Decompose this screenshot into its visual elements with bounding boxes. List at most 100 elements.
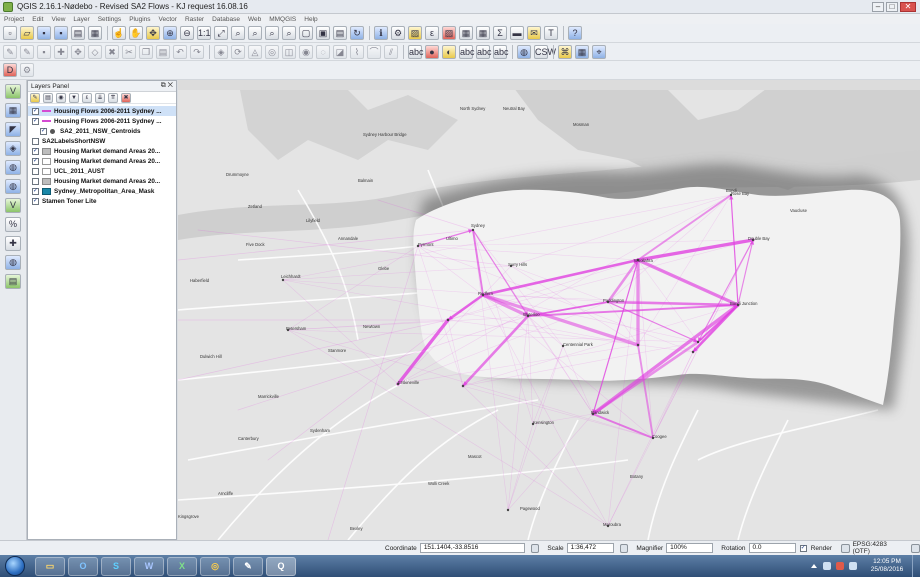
attribute-table-icon[interactable]: ▦: [459, 26, 473, 40]
menu-raster[interactable]: Raster: [185, 16, 204, 23]
excel-icon[interactable]: X: [167, 556, 197, 576]
menu-web[interactable]: Web: [248, 16, 261, 23]
layer-row[interactable]: ✓ Housing Market demand Areas 20...: [28, 156, 176, 166]
node-tool-icon[interactable]: ◇: [88, 44, 102, 59]
layer-visibility-checkbox[interactable]: ✓: [32, 107, 39, 115]
layer-row[interactable]: ✓ SA2_2011_NSW_Centroids: [28, 126, 176, 136]
word-icon[interactable]: W: [134, 556, 164, 576]
menu-vector[interactable]: Vector: [159, 16, 177, 23]
menu-view[interactable]: View: [51, 16, 65, 23]
menu-edit[interactable]: Edit: [32, 16, 43, 23]
add-wfs-layer-icon[interactable]: V: [5, 198, 21, 213]
style-manager-icon[interactable]: ✎: [30, 92, 40, 103]
touch-zoom-icon[interactable]: ☝: [112, 26, 126, 40]
filter-legend-icon[interactable]: ▼: [69, 92, 79, 103]
identify-icon[interactable]: ℹ: [374, 26, 388, 40]
layer-row[interactable]: ✓ Housing Market demand Areas 20...: [28, 146, 176, 156]
crs-label[interactable]: EPSG:4283 (OTF): [853, 541, 903, 555]
zoom-to-selection-icon[interactable]: ⌕: [231, 26, 245, 40]
close-button[interactable]: ✕: [900, 1, 916, 12]
add-feature-icon[interactable]: ✚: [54, 44, 68, 59]
d3-plugin-icon[interactable]: D: [3, 63, 17, 77]
layer-row[interactable]: ✓ Stamen Toner Lite: [28, 196, 176, 206]
paint-icon[interactable]: ✎: [233, 556, 263, 576]
label-toolbar-icon[interactable]: abc: [408, 44, 424, 59]
zoom-out-icon[interactable]: ⊖: [180, 26, 194, 40]
layer-visibility-checkbox[interactable]: ✓: [40, 127, 47, 135]
field-calculator-icon[interactable]: ▦: [476, 26, 490, 40]
new-shapefile-icon[interactable]: ✚: [5, 236, 21, 251]
redo-icon[interactable]: ↷: [190, 44, 204, 59]
security-icon[interactable]: [836, 562, 844, 570]
new-map-view-icon[interactable]: ▢: [299, 26, 313, 40]
file-explorer-icon[interactable]: ▭: [35, 556, 65, 576]
layer-row[interactable]: ✓ Housing Market demand Areas 20...: [28, 176, 176, 186]
lock-scale-icon[interactable]: [619, 543, 629, 553]
select-by-expression-icon[interactable]: ε: [425, 26, 439, 40]
layer-row[interactable]: ✓ Housing Flows 2006-2011 Sydney ...: [28, 116, 176, 126]
paste-features-icon[interactable]: ▤: [156, 44, 170, 59]
zoom-native-icon[interactable]: 1:1: [197, 26, 211, 40]
pan-to-selection-icon[interactable]: ✥: [146, 26, 160, 40]
add-csv-icon[interactable]: ▤: [5, 274, 21, 289]
layer-row[interactable]: ✓ Sydney_Metropolitan_Area_Mask: [28, 186, 176, 196]
zoom-to-layer-icon[interactable]: ⌕: [248, 26, 262, 40]
layer-visibility-checkbox[interactable]: ✓: [32, 157, 39, 165]
crs-icon[interactable]: [841, 543, 850, 553]
fill-ring-icon[interactable]: ◉: [299, 44, 313, 59]
print-composer-icon[interactable]: ▤: [71, 26, 85, 40]
pan-map-icon[interactable]: ✋: [129, 26, 143, 40]
rotation-field[interactable]: 0.0: [748, 543, 796, 553]
delete-selected-icon[interactable]: ✖: [105, 44, 119, 59]
add-virtual-layer-icon[interactable]: ◍: [5, 255, 21, 270]
show-hidden-icons-icon[interactable]: [810, 562, 818, 570]
map-tips-icon[interactable]: ✉: [527, 26, 541, 40]
georeferencer-icon[interactable]: ⌖: [592, 44, 606, 59]
add-postgis-layer-icon[interactable]: ◤: [5, 122, 21, 137]
plugin-settings-icon[interactable]: ⚙: [20, 63, 34, 77]
layer-row[interactable]: ✓ UCL_2011_AUST: [28, 166, 176, 176]
text-annotation-icon[interactable]: T: [544, 26, 558, 40]
split-features-icon[interactable]: ⫽: [384, 44, 398, 59]
show-desktop-button[interactable]: [912, 555, 920, 577]
move-feature-icon[interactable]: ✥: [71, 44, 85, 59]
delete-ring-icon[interactable]: ◌: [316, 44, 330, 59]
save-edits-icon[interactable]: ▪: [37, 44, 51, 59]
help-icon[interactable]: ?: [568, 26, 582, 40]
add-delimited-text-icon[interactable]: %: [5, 217, 21, 232]
menu-project[interactable]: Project: [4, 16, 24, 23]
layer-row[interactable]: ✓ Housing Flows 2006-2011 Sydney ...: [28, 106, 176, 116]
run-feature-action-icon[interactable]: ⚙: [391, 26, 405, 40]
messages-icon[interactable]: [911, 543, 920, 553]
layer-visibility-checkbox[interactable]: ✓: [32, 137, 39, 145]
layer-visibility-checkbox[interactable]: ✓: [32, 187, 39, 195]
add-group-icon[interactable]: ▤: [43, 92, 53, 103]
remove-layer-icon[interactable]: ✖: [121, 92, 131, 103]
reshape-icon[interactable]: ⌇: [350, 44, 364, 59]
composer-manager-icon[interactable]: ▦: [88, 26, 102, 40]
render-checkbox[interactable]: ✓: [799, 544, 807, 552]
open-project-icon[interactable]: ▱: [20, 26, 34, 40]
change-label-icon[interactable]: abc: [493, 44, 509, 59]
add-vector-layer-icon[interactable]: V: [5, 84, 21, 99]
layer-visibility-checkbox[interactable]: ✓: [32, 117, 39, 125]
skype-icon[interactable]: S: [101, 556, 131, 576]
simplify-feature-icon[interactable]: ◬: [248, 44, 262, 59]
close-panel-button[interactable]: ✕: [168, 82, 173, 89]
filter-expression-icon[interactable]: ε: [82, 92, 92, 103]
layer-row[interactable]: ✓SA2LabelsShortNSW: [28, 136, 176, 146]
current-edits-icon[interactable]: ✎: [3, 44, 17, 59]
layer-visibility-checkbox[interactable]: ✓: [32, 197, 39, 205]
save-as-icon[interactable]: ▪: [54, 26, 68, 40]
float-panel-button[interactable]: ⧉: [161, 82, 166, 89]
python-console-icon[interactable]: ⌘: [558, 44, 572, 59]
pin-labels-icon[interactable]: ●: [425, 44, 439, 59]
add-raster-layer-icon[interactable]: ▦: [5, 103, 21, 118]
undo-icon[interactable]: ↶: [173, 44, 187, 59]
statistics-icon[interactable]: Σ: [493, 26, 507, 40]
magnifier-field[interactable]: 100%: [666, 543, 714, 553]
scale-field[interactable]: 1:36,472: [566, 543, 614, 553]
cut-features-icon[interactable]: ✂: [122, 44, 136, 59]
coordinate-field[interactable]: 151.1404,-33.8516: [419, 543, 525, 553]
volume-icon[interactable]: [849, 562, 857, 570]
